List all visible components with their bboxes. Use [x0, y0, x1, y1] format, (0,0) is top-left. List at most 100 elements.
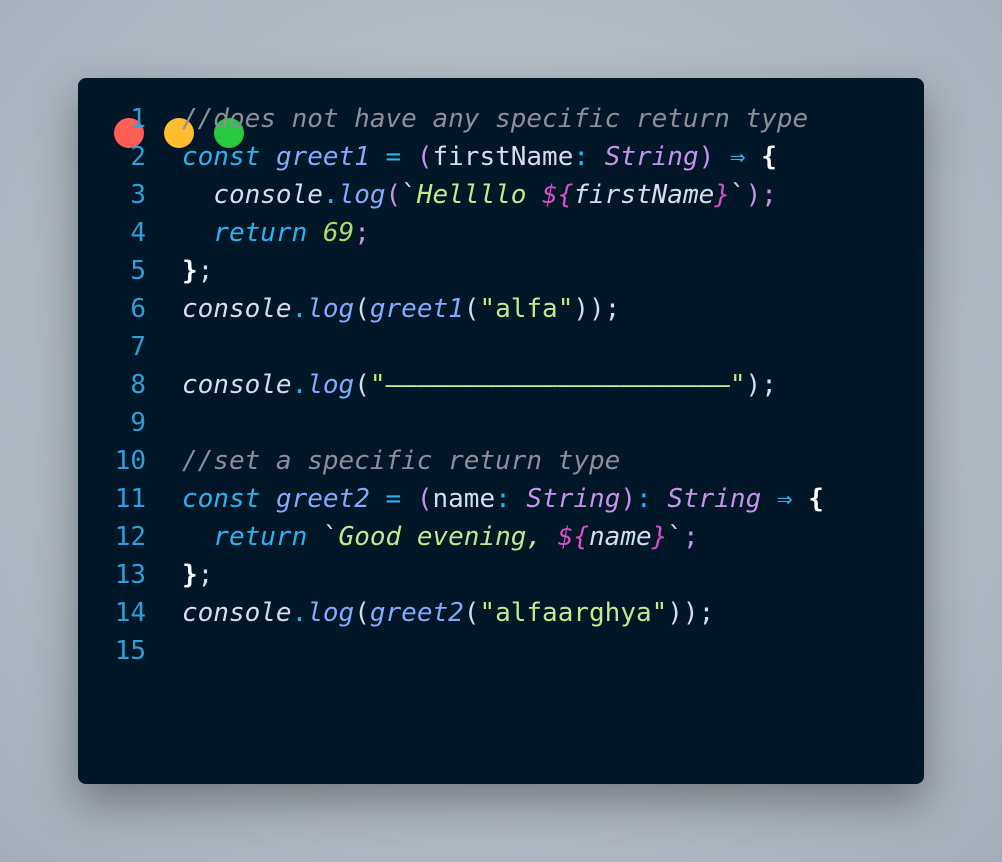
paren: (: [354, 294, 370, 324]
code-line: 8 console.log("——————————————————————");: [78, 366, 777, 404]
line-number: 4: [130, 218, 146, 248]
code-line: 6 console.log(greet1("alfa"));: [78, 290, 620, 328]
variable: firstName: [573, 180, 715, 210]
line-number: 14: [114, 598, 146, 628]
colon: :: [573, 142, 590, 172]
operator: =: [385, 484, 402, 514]
code-line: 13 };: [78, 556, 214, 594]
dot: .: [291, 598, 308, 628]
string: "alfaarghya": [479, 598, 668, 628]
code-line: 2 const greet1 = (firstName: String) ⇒ {: [78, 138, 777, 176]
backtick: `: [401, 180, 417, 210]
dot: .: [291, 294, 308, 324]
dot: .: [291, 370, 308, 400]
paren: (: [416, 142, 433, 172]
number: 69: [322, 218, 355, 248]
line-number: 12: [114, 522, 146, 552]
comment: //does not have any specific return type: [182, 104, 809, 134]
operator: =: [385, 142, 402, 172]
code-line: 9: [78, 404, 146, 442]
code-line: 1 //does not have any specific return ty…: [78, 100, 808, 138]
backtick: `: [322, 522, 339, 552]
line-number: 1: [130, 104, 146, 134]
interp-close: }: [714, 180, 730, 210]
code-line: 5 };: [78, 252, 213, 290]
semicolon: ;: [197, 560, 214, 590]
semicolon: ;: [354, 218, 370, 248]
line-number: 5: [130, 256, 146, 286]
closing: ));: [667, 598, 715, 628]
line-number: 11: [114, 484, 146, 514]
paren: (: [463, 294, 480, 324]
semicolon: ;: [197, 256, 214, 286]
closing: ));: [573, 294, 621, 324]
code-line: 4 return 69;: [78, 214, 370, 252]
object: console: [213, 180, 323, 210]
function-name: greet2: [275, 484, 370, 514]
code-line: 7: [78, 328, 146, 366]
parameter: name: [432, 484, 496, 514]
semicolon: ;: [682, 522, 699, 552]
object: console: [182, 294, 292, 324]
code-block: 1 //does not have any specific return ty…: [78, 100, 824, 670]
line-number: 2: [130, 142, 146, 172]
keyword: const: [182, 484, 261, 514]
template-text: Good evening,: [338, 522, 558, 552]
code-line: 14 console.log(greet2("alfaarghya"));: [78, 594, 715, 632]
semicolon: ;: [761, 180, 777, 210]
arrow: ⇒: [776, 484, 793, 514]
colon: :: [495, 484, 511, 514]
code-line: 3 console.log(`Hellllo ${firstName}`);: [78, 176, 777, 214]
template-text: Hellllo: [416, 180, 543, 210]
paren: (: [416, 484, 433, 514]
interp-open: ${: [542, 180, 574, 210]
code-line: 15: [78, 632, 146, 670]
object: console: [182, 598, 292, 628]
method: log: [307, 598, 355, 628]
line-number: 9: [130, 408, 146, 438]
brace: }: [182, 256, 198, 286]
brace: {: [808, 484, 824, 514]
line-number: 8: [130, 370, 146, 400]
code-window: 1 //does not have any specific return ty…: [78, 78, 924, 784]
string: "——————————————————————": [369, 370, 746, 400]
keyword: return: [213, 218, 308, 248]
closing: );: [745, 370, 777, 400]
variable: name: [589, 522, 652, 552]
method: log: [307, 370, 355, 400]
paren: ): [745, 180, 762, 210]
line-number: 15: [114, 636, 146, 666]
method: log: [307, 294, 355, 324]
brace: }: [182, 560, 198, 590]
parameter: firstName: [432, 142, 574, 172]
brace: {: [761, 142, 777, 172]
keyword: return: [213, 522, 308, 552]
colon: :: [636, 484, 652, 514]
comment: //set a specific return type: [182, 446, 621, 476]
dot: .: [322, 180, 339, 210]
paren: (: [463, 598, 480, 628]
return-type: String: [667, 484, 762, 514]
backtick: `: [729, 180, 746, 210]
line-number: 13: [114, 560, 146, 590]
paren: (: [354, 598, 370, 628]
arrow: ⇒: [729, 142, 746, 172]
code-line: 10 //set a specific return type: [78, 442, 621, 480]
keyword: const: [182, 142, 261, 172]
line-number: 6: [130, 294, 146, 324]
paren: ): [620, 484, 636, 514]
code-line: 11 const greet2 = (name: String): String…: [78, 480, 824, 518]
function-call: greet1: [369, 294, 464, 324]
paren: ): [698, 142, 715, 172]
function-call: greet2: [369, 598, 464, 628]
type: String: [604, 142, 699, 172]
string: "alfa": [479, 294, 574, 324]
line-number: 3: [130, 180, 146, 210]
paren: (: [385, 180, 402, 210]
line-number: 7: [130, 332, 146, 362]
interp-open: ${: [557, 522, 590, 552]
function-name: greet1: [275, 142, 370, 172]
interp-close: }: [651, 522, 668, 552]
line-number: 10: [114, 446, 146, 476]
paren: (: [354, 370, 370, 400]
